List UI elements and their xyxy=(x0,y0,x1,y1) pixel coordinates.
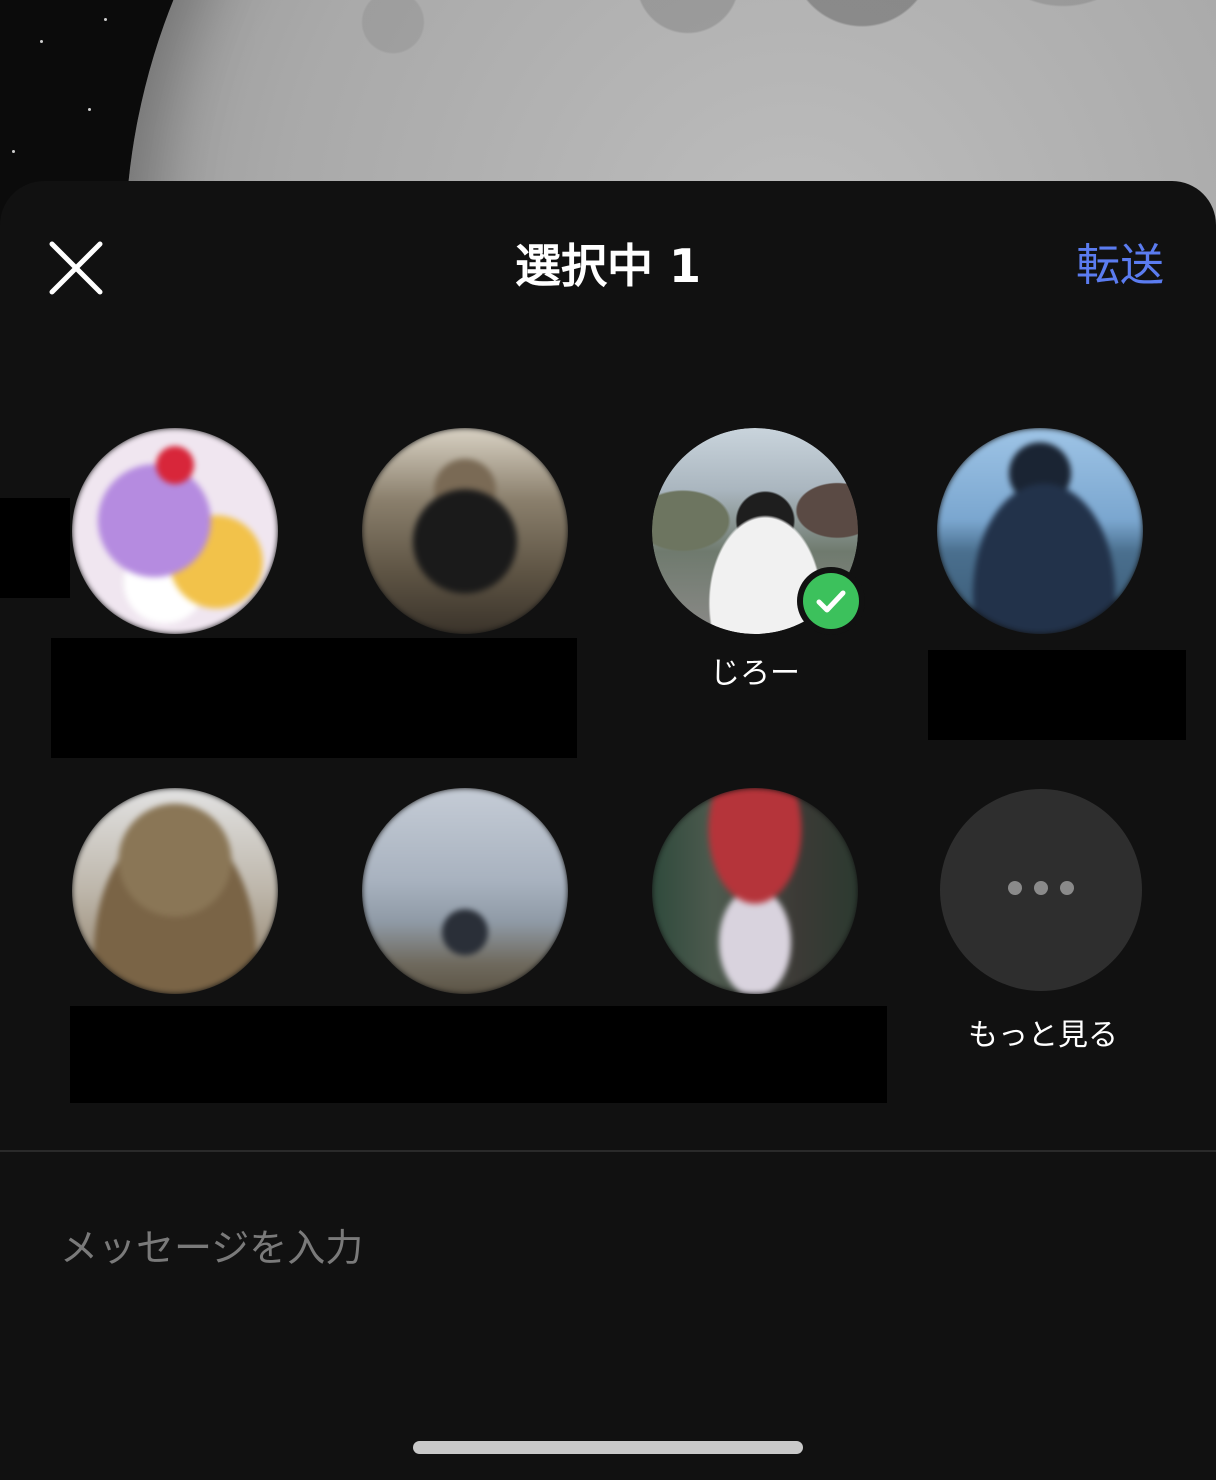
selection-count-title: 選択中 1 xyxy=(514,239,702,293)
selected-check-badge xyxy=(797,567,865,635)
star xyxy=(104,18,107,21)
contact-avatar-7[interactable] xyxy=(652,788,858,994)
forward-button[interactable]: 転送 xyxy=(1076,238,1164,294)
home-indicator xyxy=(413,1441,803,1454)
more-label: もっと見る xyxy=(968,1018,1118,1053)
contact-avatar-1[interactable] xyxy=(72,428,278,634)
divider xyxy=(0,1150,1216,1152)
more-button[interactable] xyxy=(940,789,1142,991)
redaction-box xyxy=(70,1006,887,1103)
contact-name-3: じろー xyxy=(710,656,800,691)
contact-avatar-4[interactable] xyxy=(937,428,1143,634)
contact-avatar-2[interactable] xyxy=(362,428,568,634)
contact-avatar-5[interactable] xyxy=(72,788,278,994)
star xyxy=(12,150,15,153)
check-icon xyxy=(816,590,846,613)
star xyxy=(88,108,91,111)
redaction-box xyxy=(928,650,1186,740)
star xyxy=(40,40,43,43)
redaction-box xyxy=(51,638,577,758)
message-input[interactable] xyxy=(60,1218,1150,1278)
more-dots-icon xyxy=(940,881,1142,895)
contact-avatar-6[interactable] xyxy=(362,788,568,994)
redaction-box xyxy=(0,498,70,598)
